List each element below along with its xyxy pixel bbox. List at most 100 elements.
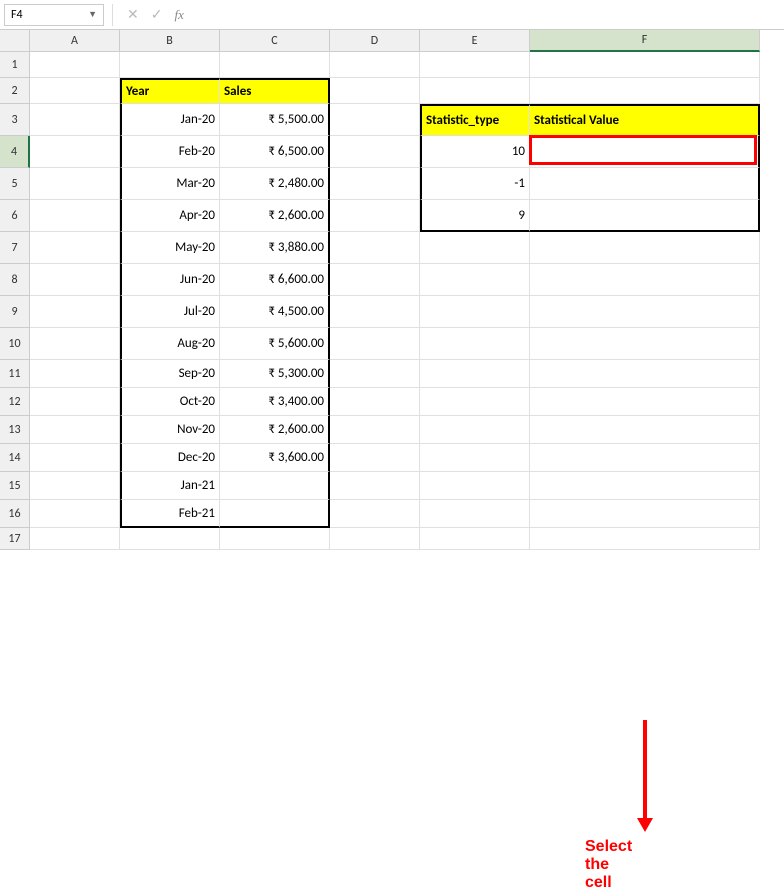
cell[interactable] — [30, 296, 120, 328]
row-header[interactable]: 2 — [0, 78, 30, 104]
cell[interactable]: Year — [120, 78, 220, 104]
row-header[interactable]: 7 — [0, 232, 30, 264]
cell[interactable] — [330, 296, 420, 328]
cell[interactable] — [220, 500, 330, 528]
cell[interactable] — [330, 328, 420, 360]
cell[interactable] — [420, 264, 530, 296]
cell[interactable]: ₹ 3,400.00 — [220, 388, 330, 416]
cell[interactable] — [530, 296, 760, 328]
column-header[interactable]: E — [420, 30, 530, 52]
row-header[interactable]: 8 — [0, 264, 30, 296]
cell[interactable] — [330, 168, 420, 200]
chevron-down-icon[interactable]: ▼ — [88, 9, 97, 20]
cell[interactable]: Dec-20 — [120, 444, 220, 472]
cell[interactable]: Jan-20 — [120, 104, 220, 136]
cell[interactable] — [530, 416, 760, 444]
cell[interactable] — [530, 500, 760, 528]
cell[interactable] — [530, 388, 760, 416]
cell[interactable] — [120, 52, 220, 78]
cell[interactable] — [330, 264, 420, 296]
cell[interactable] — [30, 264, 120, 296]
cell[interactable] — [530, 444, 760, 472]
cell[interactable]: Feb-20 — [120, 136, 220, 168]
cell[interactable]: ₹ 5,500.00 — [220, 104, 330, 136]
cell[interactable] — [330, 360, 420, 388]
cell[interactable] — [330, 444, 420, 472]
cell[interactable]: May-20 — [120, 232, 220, 264]
cell[interactable]: Statistical Value — [530, 104, 760, 136]
cell[interactable] — [30, 528, 120, 550]
cell[interactable] — [30, 416, 120, 444]
cell[interactable]: Jul-20 — [120, 296, 220, 328]
cell[interactable] — [420, 52, 530, 78]
cell[interactable] — [530, 360, 760, 388]
cell[interactable]: ₹ 2,600.00 — [220, 416, 330, 444]
cell[interactable] — [30, 168, 120, 200]
cell[interactable]: ₹ 2,600.00 — [220, 200, 330, 232]
cell[interactable] — [530, 528, 760, 550]
cell[interactable]: Nov-20 — [120, 416, 220, 444]
cell[interactable] — [420, 232, 530, 264]
cell[interactable] — [30, 232, 120, 264]
cell[interactable] — [330, 136, 420, 168]
cell[interactable]: Jun-20 — [120, 264, 220, 296]
cell[interactable] — [330, 500, 420, 528]
row-header[interactable]: 4 — [0, 136, 30, 168]
cell[interactable] — [420, 444, 530, 472]
cell[interactable]: Statistic_type — [420, 104, 530, 136]
cell[interactable] — [420, 500, 530, 528]
cell[interactable] — [30, 388, 120, 416]
cell[interactable]: Sep-20 — [120, 360, 220, 388]
cell[interactable] — [530, 328, 760, 360]
row-header[interactable]: 6 — [0, 200, 30, 232]
formula-input[interactable] — [190, 4, 780, 26]
row-header[interactable]: 12 — [0, 388, 30, 416]
cell[interactable]: Sales — [220, 78, 330, 104]
row-header[interactable]: 9 — [0, 296, 30, 328]
cell[interactable] — [530, 472, 760, 500]
row-header[interactable]: 14 — [0, 444, 30, 472]
cell[interactable]: Feb-21 — [120, 500, 220, 528]
fx-icon[interactable]: fx — [168, 7, 189, 23]
cell[interactable]: -1 — [420, 168, 530, 200]
cell[interactable] — [330, 78, 420, 104]
column-header[interactable]: F — [530, 30, 760, 52]
cell[interactable] — [30, 200, 120, 232]
cell[interactable]: ₹ 5,300.00 — [220, 360, 330, 388]
cell[interactable] — [30, 360, 120, 388]
row-header[interactable]: 5 — [0, 168, 30, 200]
cell[interactable] — [120, 528, 220, 550]
cell[interactable]: ₹ 6,500.00 — [220, 136, 330, 168]
cell[interactable] — [420, 528, 530, 550]
cell[interactable] — [330, 104, 420, 136]
cell[interactable] — [30, 328, 120, 360]
cell[interactable] — [420, 388, 530, 416]
select-all-corner[interactable] — [0, 30, 30, 52]
cell[interactable]: Aug-20 — [120, 328, 220, 360]
column-header[interactable]: D — [330, 30, 420, 52]
cell[interactable] — [30, 500, 120, 528]
cell[interactable] — [420, 78, 530, 104]
cell[interactable] — [330, 416, 420, 444]
cell[interactable] — [330, 52, 420, 78]
cell[interactable] — [530, 136, 760, 168]
cell[interactable] — [530, 168, 760, 200]
row-header[interactable]: 13 — [0, 416, 30, 444]
cell[interactable]: ₹ 3,600.00 — [220, 444, 330, 472]
cell[interactable] — [330, 232, 420, 264]
cell[interactable] — [330, 388, 420, 416]
row-header[interactable]: 16 — [0, 500, 30, 528]
cell[interactable]: ₹ 5,600.00 — [220, 328, 330, 360]
cell[interactable]: Oct-20 — [120, 388, 220, 416]
column-header[interactable]: A — [30, 30, 120, 52]
row-header[interactable]: 1 — [0, 52, 30, 78]
cell[interactable]: ₹ 4,500.00 — [220, 296, 330, 328]
cell[interactable]: 9 — [420, 200, 530, 232]
cell[interactable] — [30, 104, 120, 136]
column-header[interactable]: C — [220, 30, 330, 52]
row-header[interactable]: 3 — [0, 104, 30, 136]
cell[interactable]: ₹ 3,880.00 — [220, 232, 330, 264]
cell[interactable] — [530, 264, 760, 296]
row-header[interactable]: 17 — [0, 528, 30, 550]
cell[interactable] — [530, 200, 760, 232]
